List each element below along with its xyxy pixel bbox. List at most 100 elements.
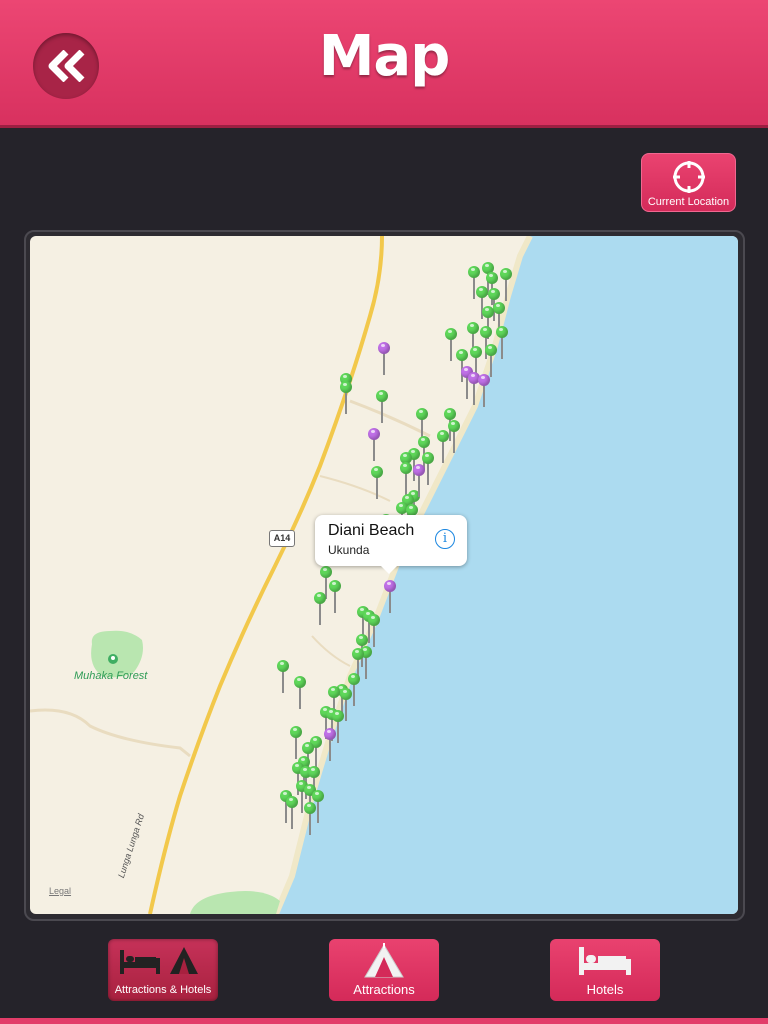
pin-head-icon bbox=[468, 266, 480, 278]
pin-head-icon bbox=[304, 802, 316, 814]
pin-head-icon bbox=[437, 430, 449, 442]
pin-head-icon bbox=[340, 688, 352, 700]
hotel-pin[interactable] bbox=[329, 580, 341, 616]
hotel-pin[interactable] bbox=[277, 660, 289, 696]
current-location-button[interactable]: Current Location bbox=[641, 153, 736, 212]
pin-head-icon bbox=[422, 452, 434, 464]
hotel-pin[interactable] bbox=[371, 466, 383, 502]
pin-head-icon bbox=[352, 648, 364, 660]
pin-head-icon bbox=[324, 728, 336, 740]
callout-subtitle: Ukunda bbox=[328, 543, 370, 557]
pin-head-icon bbox=[378, 342, 390, 354]
pin-head-icon bbox=[444, 408, 456, 420]
hotel-pin[interactable] bbox=[368, 614, 380, 650]
callout-title: Diani Beach bbox=[328, 522, 415, 539]
pin-head-icon bbox=[384, 580, 396, 592]
pin-head-icon bbox=[467, 322, 479, 334]
pin-stem bbox=[301, 791, 303, 813]
pin-stem bbox=[337, 721, 339, 743]
bed-icon bbox=[579, 947, 631, 975]
pin-head-icon bbox=[486, 272, 498, 284]
current-location-label: Current Location bbox=[647, 196, 730, 208]
info-icon[interactable]: i bbox=[435, 529, 455, 549]
pin-head-icon bbox=[320, 566, 332, 578]
pin-stem bbox=[373, 439, 375, 461]
pin-head-icon bbox=[470, 346, 482, 358]
pin-stem bbox=[442, 441, 444, 463]
pin-head-icon bbox=[445, 328, 457, 340]
tab-attractions-and-hotels[interactable]: Attractions & Hotels bbox=[108, 939, 218, 1001]
pin-head-icon bbox=[302, 742, 314, 754]
pin-stem bbox=[353, 684, 355, 706]
attraction-pin[interactable] bbox=[368, 428, 380, 464]
pin-head-icon bbox=[294, 676, 306, 688]
pin-head-icon bbox=[413, 464, 425, 476]
attraction-pin[interactable] bbox=[378, 342, 390, 378]
hotel-pin[interactable] bbox=[314, 592, 326, 628]
pin-head-icon bbox=[371, 466, 383, 478]
pin-stem bbox=[453, 431, 455, 453]
pin-stem bbox=[373, 625, 375, 647]
pin-head-icon bbox=[277, 660, 289, 672]
hotel-pin[interactable] bbox=[376, 390, 388, 426]
attraction-pin[interactable] bbox=[413, 464, 425, 500]
hotel-pin[interactable] bbox=[437, 430, 449, 466]
pin-stem bbox=[473, 277, 475, 299]
pin-head-icon bbox=[314, 592, 326, 604]
pin-stem bbox=[334, 591, 336, 613]
bottom-accent-bar bbox=[0, 1018, 768, 1024]
pin-head-icon bbox=[418, 436, 430, 448]
pin-stem bbox=[505, 279, 507, 301]
legal-link[interactable]: Legal bbox=[49, 886, 71, 896]
crosshair-icon bbox=[673, 161, 705, 193]
pin-stem bbox=[329, 739, 331, 761]
pin-head-icon bbox=[368, 614, 380, 626]
attraction-pin[interactable] bbox=[478, 374, 490, 410]
hotel-pin[interactable] bbox=[500, 268, 512, 304]
hotel-pin[interactable] bbox=[304, 802, 316, 838]
pin-stem bbox=[450, 339, 452, 361]
pin-head-icon bbox=[368, 428, 380, 440]
hotel-pin[interactable] bbox=[294, 676, 306, 712]
pin-stem bbox=[319, 603, 321, 625]
map-view[interactable]: A14 Muhaka Forest Lunga Lunga Rd Legal D… bbox=[30, 236, 738, 914]
pin-stem bbox=[501, 337, 503, 359]
pin-head-icon bbox=[478, 374, 490, 386]
pin-head-icon bbox=[476, 286, 488, 298]
tab-label: Hotels bbox=[586, 982, 624, 997]
hotel-pin[interactable] bbox=[286, 796, 298, 832]
app-header: Map bbox=[0, 0, 768, 128]
pin-head-icon bbox=[348, 673, 360, 685]
pin-head-icon bbox=[496, 326, 508, 338]
hotel-pin[interactable] bbox=[340, 381, 352, 417]
attraction-pin[interactable] bbox=[384, 580, 396, 616]
tab-label: Attractions & Hotels bbox=[114, 984, 212, 996]
map-callout[interactable]: Diani Beach Ukunda i bbox=[315, 515, 467, 574]
pin-stem bbox=[405, 473, 407, 495]
hotel-pin[interactable] bbox=[496, 326, 508, 362]
tent-icon bbox=[364, 943, 404, 978]
pin-stem bbox=[381, 401, 383, 423]
pin-stem bbox=[418, 475, 420, 497]
hotel-pin[interactable] bbox=[448, 420, 460, 456]
bed-and-tent-icon bbox=[120, 947, 198, 974]
pin-head-icon bbox=[329, 580, 341, 592]
pin-head-icon bbox=[488, 288, 500, 300]
pin-stem bbox=[383, 353, 385, 375]
pin-stem bbox=[295, 737, 297, 759]
pin-stem bbox=[427, 463, 429, 485]
tab-attractions[interactable]: Attractions bbox=[329, 939, 439, 1001]
pin-stem bbox=[483, 385, 485, 407]
tab-hotels[interactable]: Hotels bbox=[550, 939, 660, 1001]
pin-head-icon bbox=[480, 326, 492, 338]
attraction-pin[interactable] bbox=[324, 728, 336, 764]
pin-stem bbox=[365, 657, 367, 679]
pin-stem bbox=[291, 807, 293, 829]
pin-head-icon bbox=[332, 710, 344, 722]
pin-head-icon bbox=[456, 349, 468, 361]
pin-stem bbox=[309, 813, 311, 835]
pin-head-icon bbox=[312, 790, 324, 802]
pin-head-icon bbox=[485, 344, 497, 356]
pin-stem bbox=[345, 699, 347, 721]
pin-head-icon bbox=[290, 726, 302, 738]
